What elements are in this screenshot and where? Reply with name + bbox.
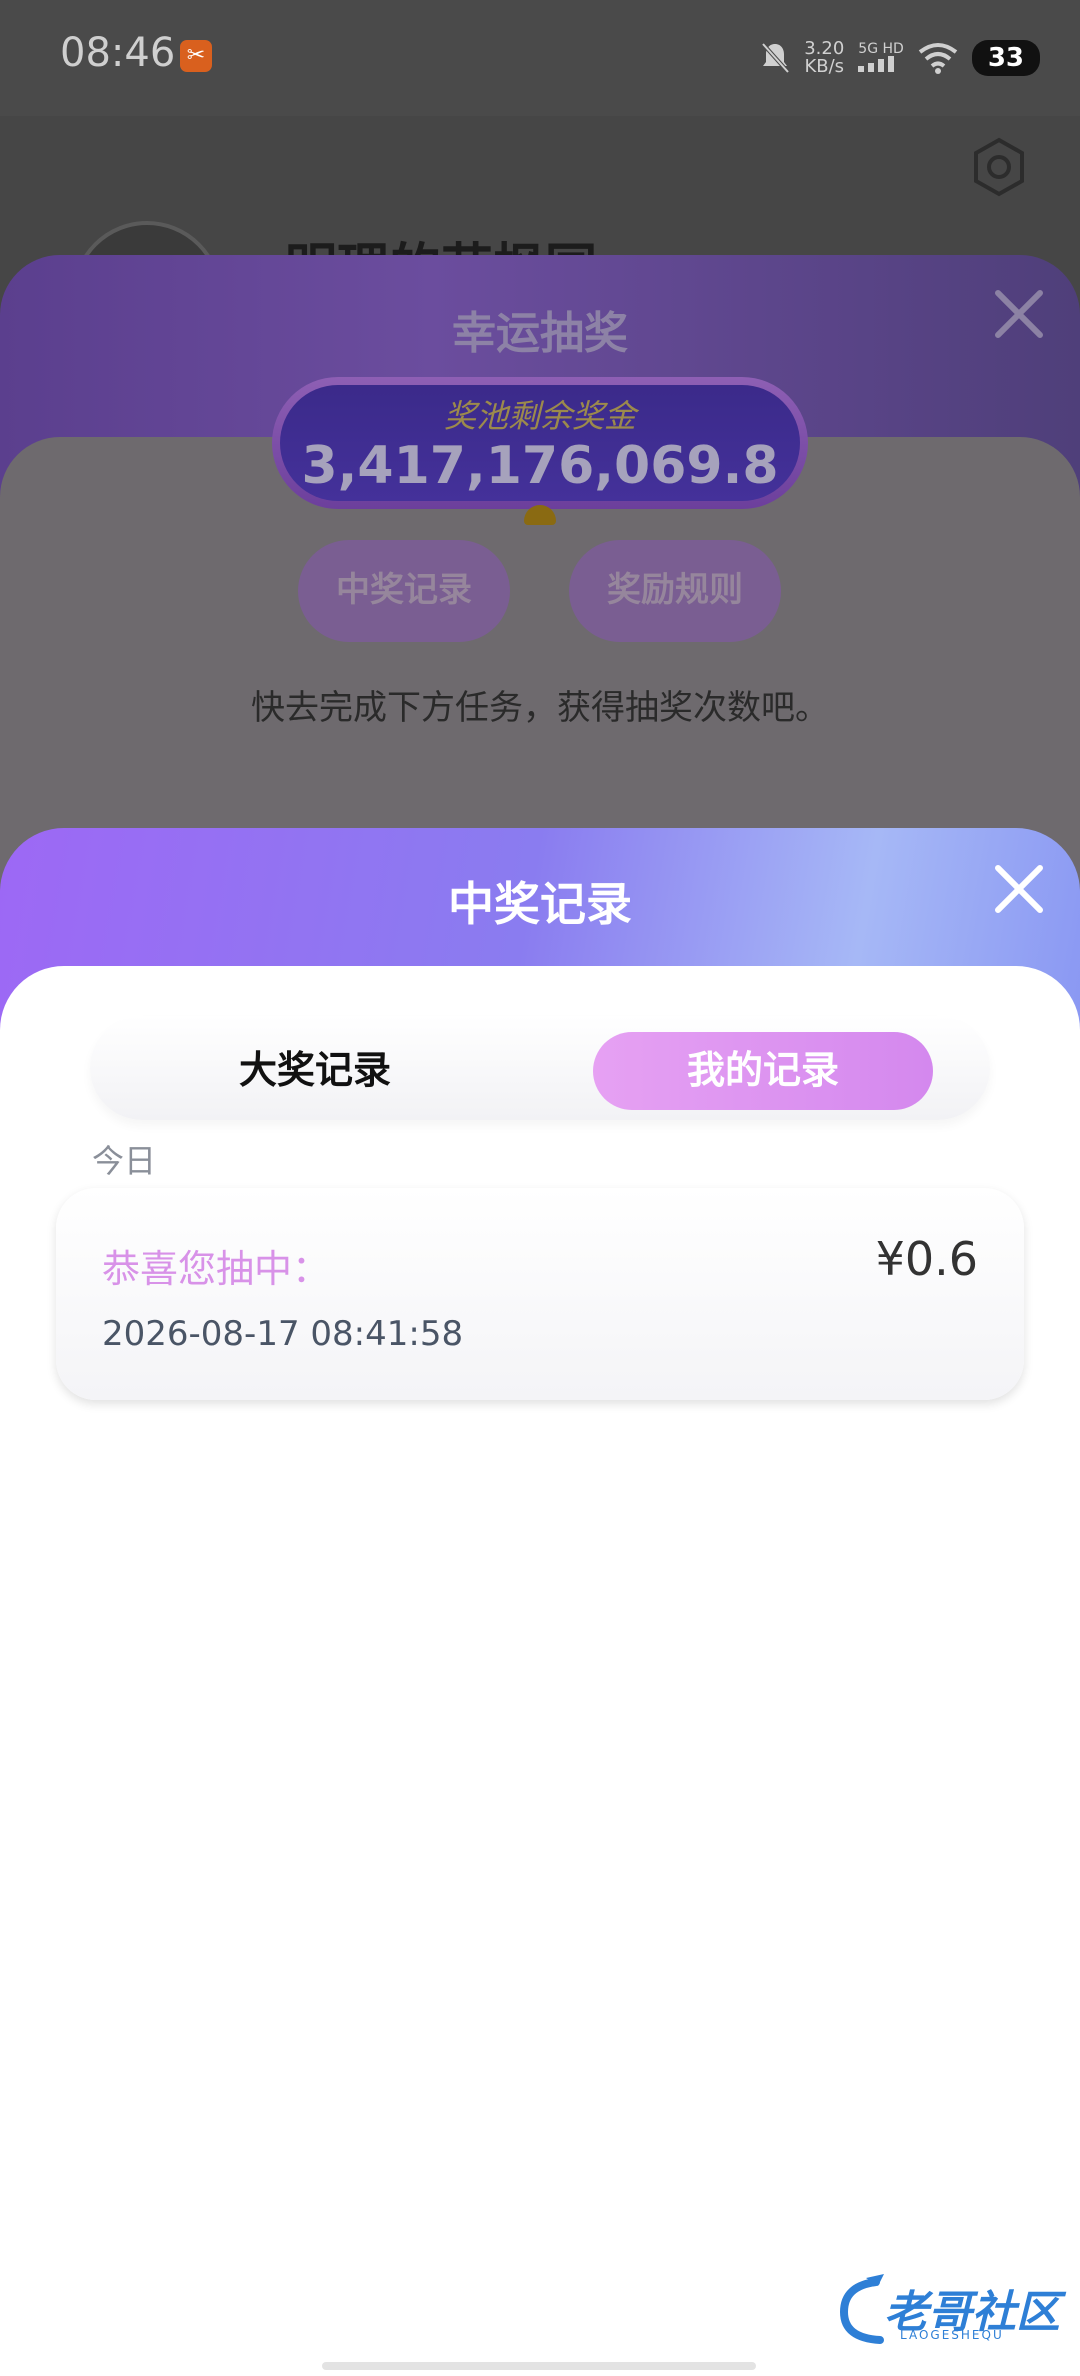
prize-pool-inner: 奖池剩余奖金 3,417,176,069.8 [280,385,800,501]
prize-pool-value: 3,417,176,069.8 [301,436,779,496]
close-icon[interactable] [988,858,1050,920]
prize-pool-panel: 奖池剩余奖金 3,417,176,069.8 [272,377,808,509]
modal-body: 大奖记录 我的记录 今日 恭喜您抽中： ¥0.6 2026-08-17 08:4… [0,966,1080,2376]
speed-unit: KB/s [804,56,845,77]
status-icons: 3.20 KB/s 5G HD 33 [760,38,1040,78]
record-card: 恭喜您抽中： ¥0.6 2026-08-17 08:41:58 [56,1188,1024,1400]
status-bar: 08:46 ✂ 3.20 KB/s 5G HD 33 [0,0,1080,116]
record-label: 恭喜您抽中： [102,1247,331,1291]
record-timestamp: 2026-08-17 08:41:58 [102,1314,464,1354]
tab-my-records[interactable]: 我的记录 [593,1032,933,1110]
section-date-header: 今日 [92,1142,157,1180]
modal-title: 中奖记录 [448,877,632,931]
network-speed: 3.20 KB/s [804,40,844,76]
prize-pool-label: 奖池剩余奖金 [443,397,636,435]
cellular-signal: 5G HD [858,42,904,75]
lucky-draw-hint: 快去完成下方任务，获得抽奖次数吧。 [251,688,829,728]
win-records-button[interactable]: 中奖记录 [298,540,510,642]
signal-bars-icon [858,55,895,72]
network-type: 5G HD [858,40,904,57]
tab-grand-prize-records[interactable]: 大奖记录 [90,1032,540,1110]
record-tabs: 大奖记录 我的记录 [90,1016,990,1120]
status-time: 08:46 [60,30,176,76]
watermark-logo: 老哥社区 LAOGESHEQU [836,2272,1062,2348]
lucky-draw-title: 幸运抽奖 [452,308,628,359]
lucky-draw-close-icon[interactable] [988,283,1050,345]
watermark-subtext: LAOGESHEQU [900,2328,1004,2342]
notification-app-icon: ✂ [180,40,212,72]
record-amount: ¥0.6 [875,1232,978,1286]
home-indicator[interactable] [322,2362,756,2370]
reward-rules-button[interactable]: 奖励规则 [569,540,781,642]
battery-indicator: 33 [971,40,1040,76]
wifi-icon [918,43,958,74]
mute-bell-icon [761,42,790,74]
win-records-modal: 中奖记录 大奖记录 我的记录 今日 恭喜您抽中： ¥0.6 2026-08-17… [0,828,1080,2376]
settings-icon[interactable] [968,136,1030,198]
